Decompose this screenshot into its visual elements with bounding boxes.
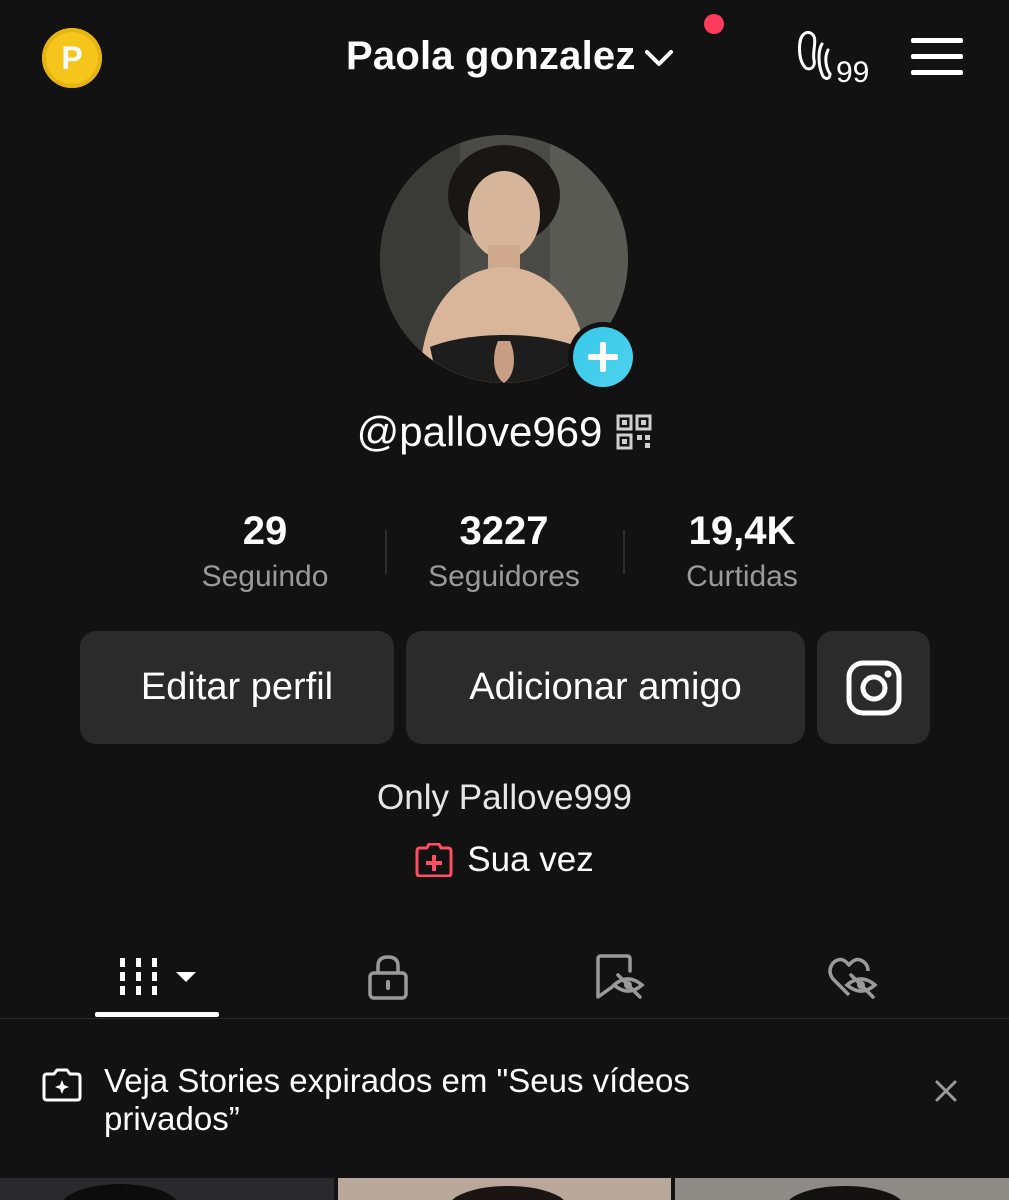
video-thumbnail[interactable] <box>0 1178 334 1200</box>
coin-icon[interactable]: P <box>42 28 102 88</box>
grid-icon <box>120 958 196 995</box>
footprints-icon: 99 <box>798 31 869 89</box>
likes-count: 19,4K <box>688 509 796 553</box>
username: @pallove969 <box>356 408 603 455</box>
account-switcher[interactable]: Paola gonzalez <box>346 28 674 84</box>
add-yours-link[interactable]: Sua vez <box>0 840 1009 880</box>
notification-dot <box>704 14 724 34</box>
add-friend-button[interactable]: Adicionar amigo <box>406 631 805 744</box>
heart-hidden-icon <box>828 957 878 999</box>
stat-divider <box>385 530 387 574</box>
followers-label: Seguidores <box>428 560 580 593</box>
following-count: 29 <box>242 509 288 553</box>
likes-stat[interactable]: 19,4K Curtidas <box>642 508 842 598</box>
menu-icon <box>911 38 963 75</box>
video-thumbnail[interactable] <box>675 1178 1009 1200</box>
instagram-icon <box>846 660 901 715</box>
stories-notice: Veja Stories expirados em "Seus vídeos p… <box>104 1062 690 1137</box>
qr-code-icon[interactable] <box>616 414 652 450</box>
tab-favorites[interactable] <box>520 935 720 1019</box>
activity-count: 99 <box>836 56 869 86</box>
stories-camera-icon <box>42 1068 82 1107</box>
bookmark-hidden-icon <box>596 954 645 999</box>
chevron-down-icon <box>644 50 673 66</box>
add-to-profile-icon <box>415 843 453 877</box>
tab-divider <box>0 1018 1009 1019</box>
add-yours-label: Sua vez <box>467 840 594 879</box>
add-friend-label: Adicionar amigo <box>469 666 742 708</box>
bio-text: Only Pallove999 <box>377 778 632 817</box>
followers-stat[interactable]: 3227 Seguidores <box>404 508 604 598</box>
following-stat[interactable]: 29 Seguindo <box>165 508 365 598</box>
tab-videos[interactable] <box>57 935 257 1019</box>
plus-icon <box>588 342 618 372</box>
likes-label: Curtidas <box>686 560 798 593</box>
edit-profile-button[interactable]: Editar perfil <box>80 631 394 744</box>
close-notice-button[interactable] <box>930 1075 962 1112</box>
active-tab-indicator <box>95 1012 219 1017</box>
followers-count: 3227 <box>459 509 549 553</box>
following-label: Seguindo <box>201 560 329 593</box>
profile-views-button[interactable]: 99 <box>796 28 872 89</box>
menu-button[interactable] <box>910 36 964 78</box>
profile-name: Paola gonzalez <box>346 33 636 78</box>
tab-liked[interactable] <box>752 935 952 1019</box>
lock-icon <box>368 955 408 1000</box>
instagram-button[interactable] <box>817 631 930 744</box>
close-icon <box>935 1080 957 1102</box>
stat-divider <box>623 530 625 574</box>
caret-down-icon <box>176 972 196 982</box>
add-story-button[interactable] <box>568 322 638 392</box>
tab-private[interactable] <box>288 935 488 1019</box>
video-thumbnail[interactable] <box>338 1178 671 1200</box>
edit-profile-label: Editar perfil <box>140 666 334 708</box>
